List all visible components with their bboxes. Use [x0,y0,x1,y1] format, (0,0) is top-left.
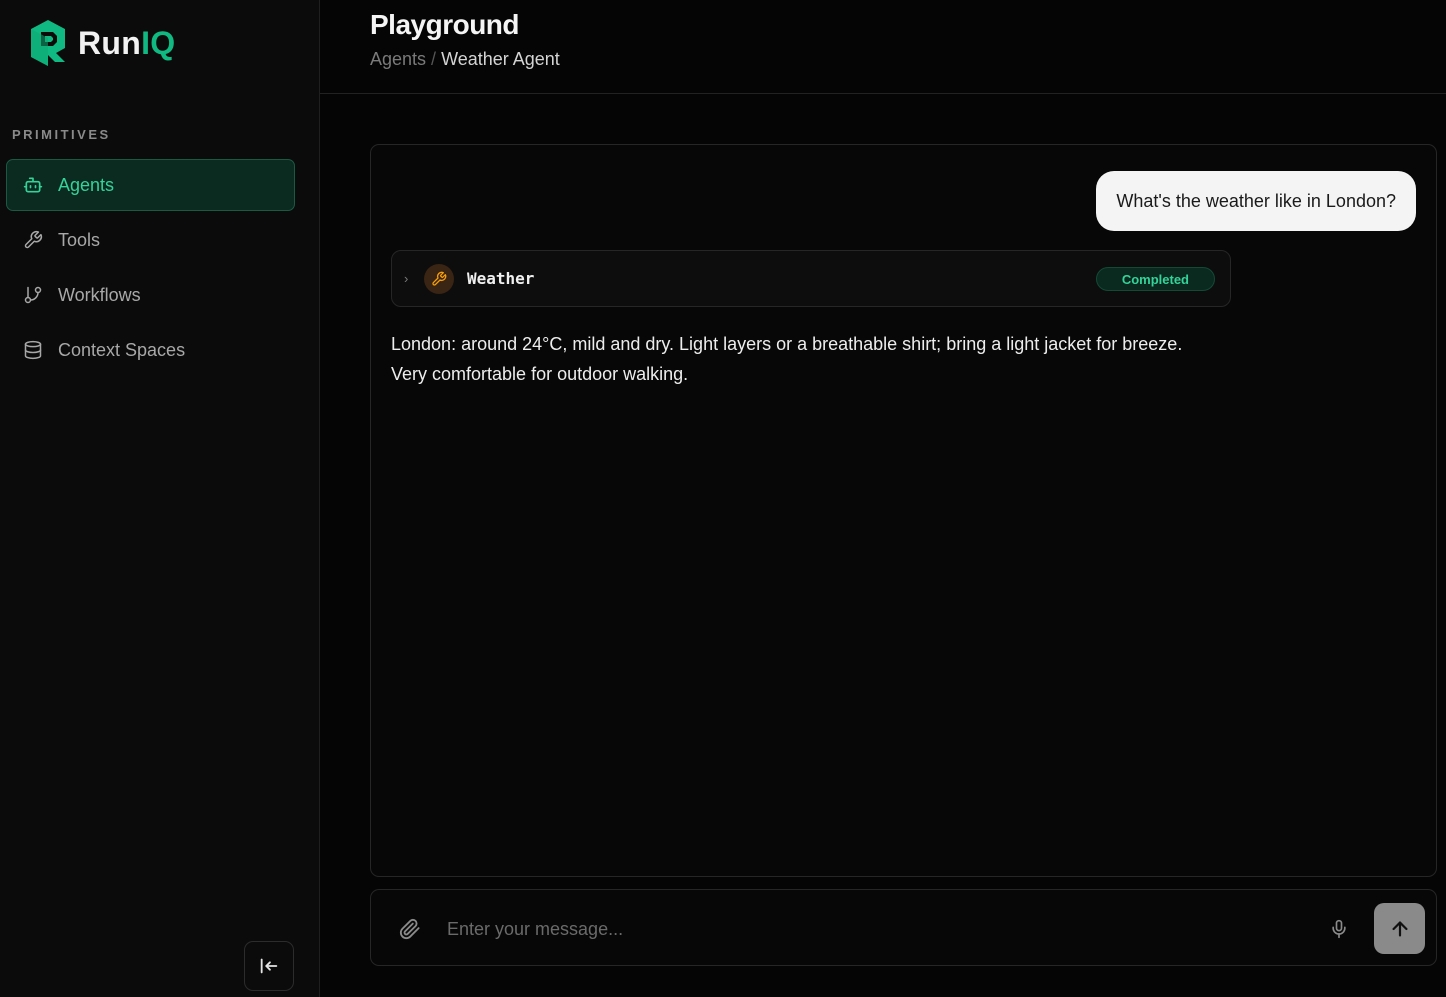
sidebar-item-workflows[interactable]: Workflows [6,269,295,321]
microphone-button[interactable] [1327,916,1351,942]
page-header: Playground Agents / Weather Agent [320,0,1446,94]
logo[interactable]: RunIQ [28,18,176,68]
tool-call-name: Weather [467,269,535,288]
sidebar-nav: Agents Tools Workflows Context Spaces [6,159,295,379]
microphone-icon [1332,919,1346,939]
app-root: RunIQ PRIMITIVES Agents Tools Workflows … [0,0,1446,997]
message-composer [370,889,1437,966]
sidebar-section-label: PRIMITIVES [12,127,111,142]
send-button[interactable] [1374,903,1425,954]
git-branch-icon [23,285,43,305]
chevron-right-icon[interactable]: › [404,271,424,286]
chat-panel: What's the weather like in London? › Wea… [370,144,1437,877]
sidebar-item-tools[interactable]: Tools [6,214,295,266]
paperclip-icon [399,918,420,940]
page-title: Playground [370,9,520,40]
collapse-sidebar-button[interactable] [244,941,294,991]
database-icon [23,340,43,360]
brand-name: RunIQ [78,24,176,61]
bot-icon [23,175,43,195]
breadcrumb-link-agents[interactable]: Agents [370,49,426,69]
sidebar-item-label: Workflows [58,284,141,305]
user-message-bubble: What's the weather like in London? [1096,171,1416,231]
sidebar: RunIQ PRIMITIVES Agents Tools Workflows … [0,0,320,997]
message-input[interactable] [447,912,1307,946]
assistant-message: London: around 24°C, mild and dry. Light… [391,334,1183,384]
sidebar-item-agents[interactable]: Agents [6,159,295,211]
sidebar-item-label: Context Spaces [58,339,186,360]
sidebar-item-context-spaces[interactable]: Context Spaces [6,324,295,376]
wrench-icon [23,230,43,250]
attach-button[interactable] [397,916,423,942]
sidebar-item-label: Tools [58,229,101,250]
wrench-icon [424,263,454,294]
arrow-up-icon [1391,920,1408,937]
breadcrumb-current: Weather Agent [441,49,560,69]
sidebar-item-label: Agents [58,174,115,195]
breadcrumb: Agents / Weather Agent [370,49,560,70]
tool-call-card[interactable]: › Weather Completed [391,250,1231,307]
runiq-logo-icon [31,20,65,66]
status-badge: Completed [1095,267,1215,291]
breadcrumb-separator: / [431,49,437,69]
collapse-left-icon [260,958,278,974]
